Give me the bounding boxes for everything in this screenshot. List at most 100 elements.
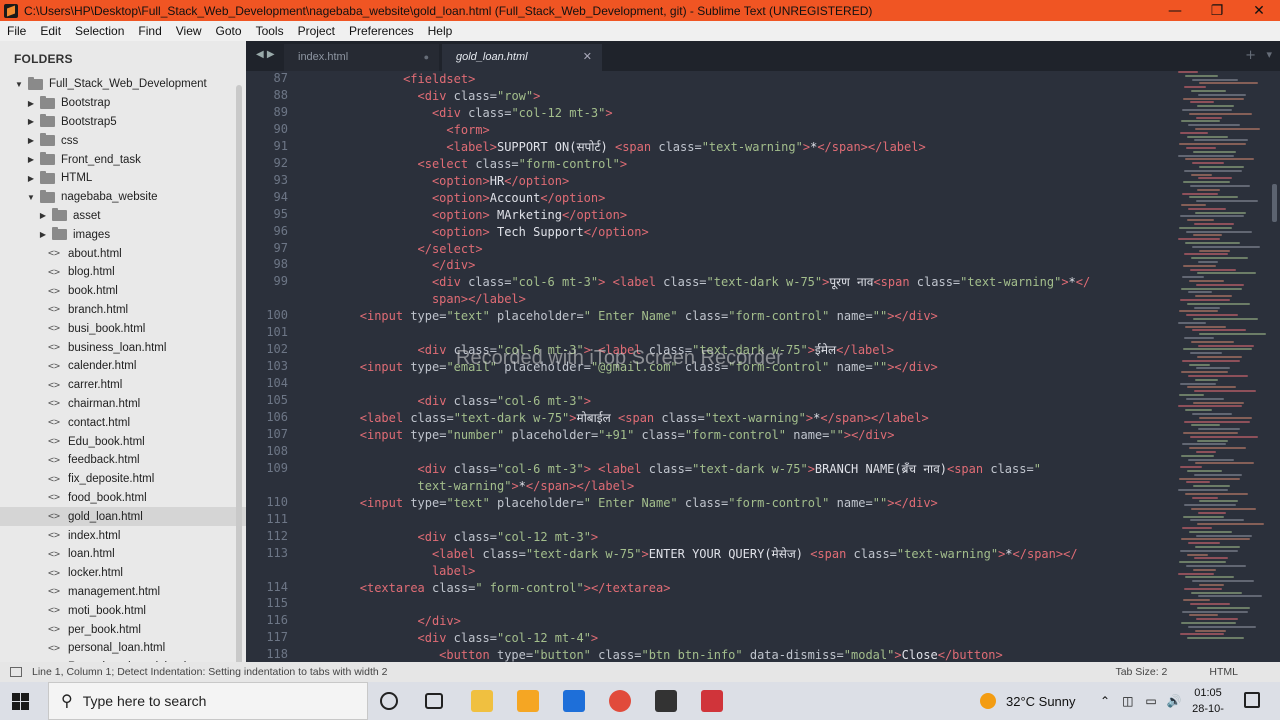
- chrome-icon[interactable]: [609, 690, 631, 712]
- minimize-button[interactable]: —: [1154, 3, 1196, 19]
- new-tab-plus-icon[interactable]: +: [1245, 48, 1256, 63]
- tree-file[interactable]: <> book.html: [0, 282, 246, 301]
- code-line[interactable]: <option> MArketing</option>: [432, 207, 627, 224]
- tree-file[interactable]: <> contact.html: [0, 413, 246, 432]
- store-icon[interactable]: [563, 690, 585, 712]
- search-input[interactable]: [82, 693, 303, 709]
- code-line[interactable]: <option> Tech Support</option>: [432, 224, 649, 241]
- code-line[interactable]: <div class="row">: [418, 88, 541, 105]
- tree-file[interactable]: <> gold_loan.html: [0, 507, 246, 527]
- menu-help[interactable]: Help: [421, 24, 460, 38]
- tree-file[interactable]: <> locker.html: [0, 564, 246, 583]
- caret-down-icon[interactable]: ▼: [14, 80, 24, 89]
- code-line[interactable]: </div>: [418, 613, 461, 630]
- weather-widget[interactable]: 32°C Sunny: [980, 682, 1076, 720]
- tree-file[interactable]: <> index.html: [0, 526, 246, 545]
- tree-folder[interactable]: ▶ Bootstrap: [0, 94, 246, 113]
- tree-folder[interactable]: ▼ Full_Stack_Web_Development: [0, 75, 246, 94]
- menu-tools[interactable]: Tools: [249, 24, 291, 38]
- screen-recorder-icon[interactable]: [701, 690, 723, 712]
- sidebar-scrollbar[interactable]: [236, 85, 242, 662]
- menu-preferences[interactable]: Preferences: [342, 24, 421, 38]
- system-tray[interactable]: ⌃ ◫ ▭ 🔊: [1100, 682, 1182, 720]
- code-line[interactable]: <div class="col-12 mt-3">: [432, 105, 613, 122]
- tree-file[interactable]: <> chairman.html: [0, 395, 246, 414]
- code-line[interactable]: <div class="col-12 mt-3">: [418, 529, 599, 546]
- code-line[interactable]: span></label>: [432, 291, 526, 308]
- battery-icon[interactable]: ▭: [1145, 694, 1156, 708]
- code-line[interactable]: <div class="col-12 mt-4">: [418, 630, 599, 647]
- menu-project[interactable]: Project: [291, 24, 342, 38]
- taskbar-search[interactable]: ⚲: [48, 682, 368, 720]
- menu-goto[interactable]: Goto: [209, 24, 249, 38]
- tab-menu-chevron-icon[interactable]: ▾: [1266, 48, 1272, 61]
- code-line[interactable]: </select>: [418, 241, 483, 258]
- tree-folder[interactable]: ▶ asset: [0, 207, 246, 226]
- code-editor[interactable]: 87 88 89 90 91 92 93 94 95 96 97 98 99 100 101 102 103 10…: [246, 71, 1280, 662]
- tab-gold-loan-html[interactable]: gold_loan.html ✕: [442, 44, 602, 71]
- code-line[interactable]: </div>: [432, 257, 475, 274]
- syntax-indicator[interactable]: HTML: [1209, 666, 1238, 678]
- tree-file[interactable]: <> per_book.html: [0, 620, 246, 639]
- code-line[interactable]: <select class="form-control">: [418, 156, 628, 173]
- tree-file[interactable]: <> food_book.html: [0, 489, 246, 508]
- menu-file[interactable]: File: [0, 24, 33, 38]
- caret-down-icon[interactable]: ▼: [26, 193, 36, 202]
- minimap[interactable]: [1174, 71, 1270, 662]
- code-line[interactable]: <div class="col-6 mt-3"> <label class="t…: [432, 274, 1090, 291]
- code-line[interactable]: <label>SUPPORT ON(सपोर्ट) <span class="t…: [446, 139, 925, 156]
- tree-folder[interactable]: ▶ images: [0, 225, 246, 244]
- clock[interactable]: 01:05 28-10-2022: [1180, 685, 1236, 720]
- cortana-icon[interactable]: [380, 692, 398, 710]
- code-line[interactable]: text-warning">*</span></label>: [418, 478, 635, 495]
- menu-view[interactable]: View: [169, 24, 209, 38]
- code-line[interactable]: <fieldset>: [403, 71, 475, 88]
- tree-file[interactable]: <> busi_book.html: [0, 319, 246, 338]
- panel-toggle-icon[interactable]: [10, 667, 22, 677]
- chevron-up-icon[interactable]: ⌃: [1100, 694, 1110, 708]
- tree-file[interactable]: <> management.html: [0, 583, 246, 602]
- tab-size-indicator[interactable]: Tab Size: 2: [1115, 666, 1167, 678]
- tab-close-icon[interactable]: ✕: [583, 44, 592, 71]
- caret-right-icon[interactable]: ▶: [26, 155, 36, 164]
- code-line[interactable]: <label class="text-dark w-75">ENTER YOUR…: [432, 546, 1078, 563]
- code-line[interactable]: <form>: [446, 122, 489, 139]
- menu-edit[interactable]: Edit: [33, 24, 68, 38]
- tree-file[interactable]: <> moti_book.html: [0, 601, 246, 620]
- caret-right-icon[interactable]: ▶: [26, 99, 36, 108]
- tree-folder[interactable]: ▼ nagebaba_website: [0, 188, 246, 207]
- tree-folder[interactable]: ▶ HTML: [0, 169, 246, 188]
- code-line[interactable]: <input type="number" placeholder="+91" c…: [360, 427, 895, 444]
- tree-file[interactable]: <> carrer.html: [0, 376, 246, 395]
- menu-find[interactable]: Find: [131, 24, 168, 38]
- tree-file[interactable]: <> fix_deposite.html: [0, 470, 246, 489]
- code-line[interactable]: <label class="text-dark w-75">मोबाईल <sp…: [360, 410, 929, 427]
- media-player-icon[interactable]: [517, 690, 539, 712]
- tree-file[interactable]: <> feedback.html: [0, 451, 246, 470]
- code-line[interactable]: <div class="col-6 mt-3"> <label class="t…: [418, 461, 1041, 478]
- tree-file[interactable]: <> Edu_book.html: [0, 432, 246, 451]
- file-explorer-icon[interactable]: [471, 690, 493, 712]
- tab-index-html[interactable]: index.html ●: [284, 44, 439, 71]
- code-line[interactable]: <div class="col-6 mt-3">: [418, 393, 591, 410]
- caret-right-icon[interactable]: ▶: [26, 117, 36, 126]
- code-line[interactable]: <input type="text" placeholder=" Enter N…: [360, 308, 938, 325]
- caret-right-icon[interactable]: ▶: [38, 230, 48, 239]
- code-line[interactable]: <button type="button" class="btn btn-inf…: [439, 647, 1003, 662]
- tab-nav-arrows[interactable]: ◀ ▶: [256, 49, 275, 60]
- network-icon[interactable]: ◫: [1122, 694, 1133, 708]
- editor-scrollbar[interactable]: [1272, 184, 1277, 222]
- tree-folder[interactable]: ▶ Front_end_task: [0, 150, 246, 169]
- tree-file[interactable]: <> about.html: [0, 244, 246, 263]
- tree-file[interactable]: <> personal_loan.html: [0, 639, 246, 658]
- close-window-button[interactable]: ✕: [1238, 3, 1280, 19]
- code-line[interactable]: <input type="text" placeholder=" Enter N…: [360, 495, 938, 512]
- caret-right-icon[interactable]: ▶: [38, 211, 48, 220]
- tree-file[interactable]: <> branch.html: [0, 301, 246, 320]
- menu-selection[interactable]: Selection: [68, 24, 131, 38]
- tree-folder[interactable]: ▶ Bootstrap5: [0, 113, 246, 132]
- maximize-button[interactable]: ❐: [1196, 3, 1238, 19]
- tree-folder[interactable]: ▶ css: [0, 131, 246, 150]
- code-line[interactable]: <textarea class=" form-control"></textar…: [360, 580, 671, 597]
- windows-start-icon[interactable]: [12, 693, 29, 710]
